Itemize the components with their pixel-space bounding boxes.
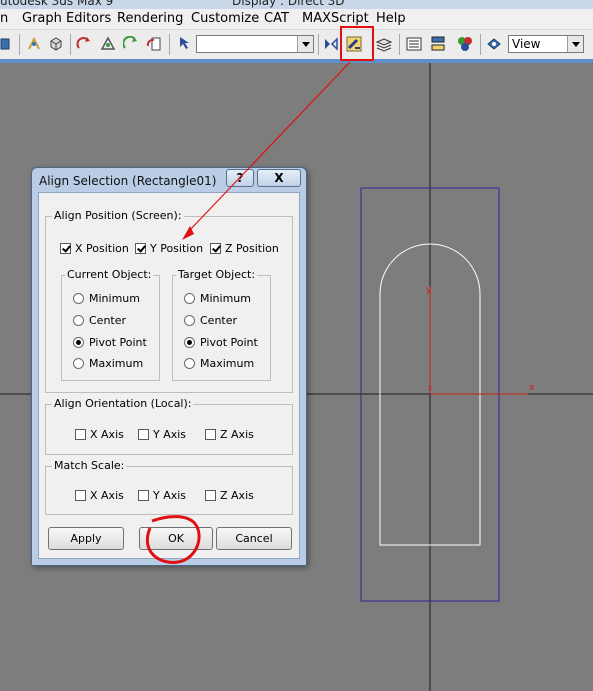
- annotation-arrow-line: [187, 61, 351, 233]
- ok-button-highlight-circle: [145, 515, 201, 564]
- align-tool-highlight-box: [340, 26, 374, 61]
- annotation-overlay: [145, 26, 374, 564]
